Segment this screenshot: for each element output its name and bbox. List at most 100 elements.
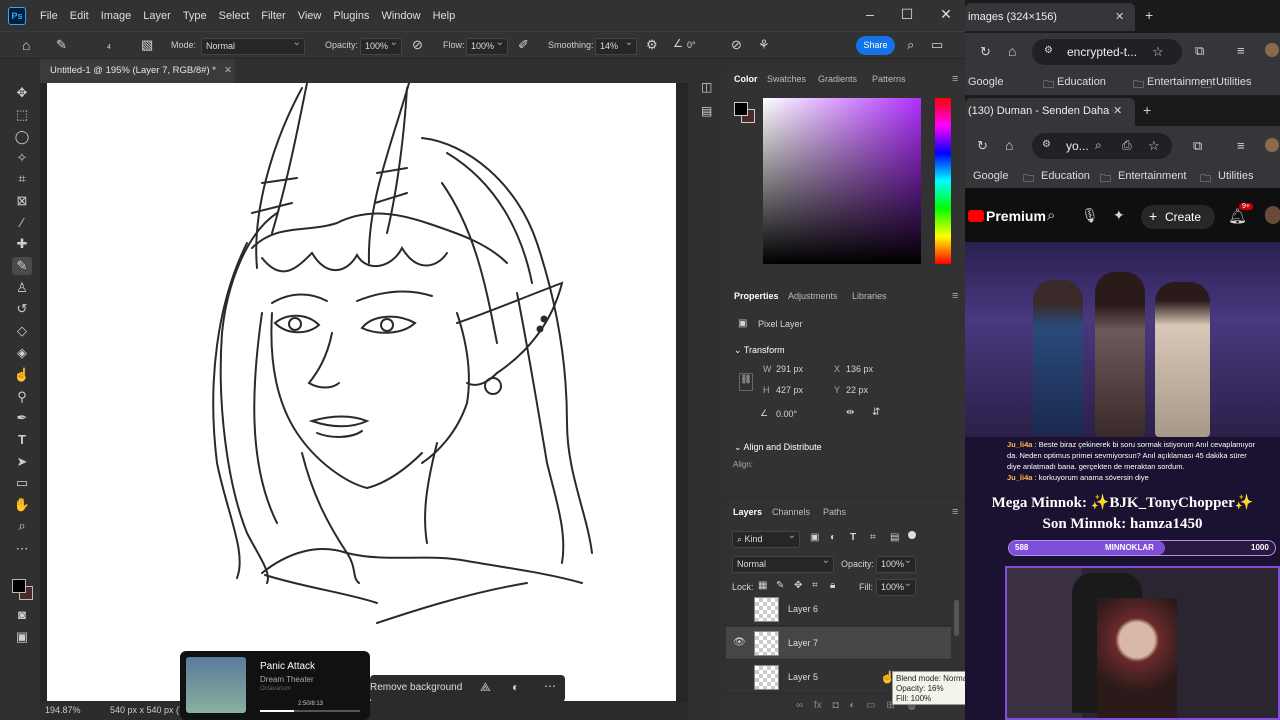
cast-icon[interactable]: ⎙ [1122,138,1132,153]
pressure-size-icon[interactable]: ⊘ [731,37,742,53]
healing-tool-icon[interactable]: ✚ [12,235,32,253]
menu-layer[interactable]: Layer [137,10,177,22]
zoom-level[interactable]: 194.87% [45,705,81,715]
filter-toggle[interactable] [908,531,916,539]
address-bar[interactable]: ⚙ encrypted-t... ☆ [1032,39,1182,65]
menu-plugins[interactable]: Plugins [327,10,375,22]
color-field[interactable] [763,98,921,264]
avatar[interactable] [1265,138,1279,152]
bookmark-entertainment[interactable]: Entertainment [1118,170,1186,182]
browser-tab-active[interactable]: images (324×156) ✕ [965,3,1135,31]
song-progress[interactable] [260,710,360,712]
site-info-icon[interactable]: ⚙ [1044,45,1053,56]
zoom-tool-icon[interactable]: ⌕ [12,517,32,535]
pen-tool-icon[interactable]: ✒ [12,409,32,427]
screen-mode-icon[interactable]: ▣ [12,628,32,646]
panel-menu-icon[interactable]: ≡ [952,290,958,302]
filter-smart-icon[interactable]: ▤ [890,532,899,543]
visibility-toggle[interactable] [734,669,744,679]
tab-adjustments[interactable]: Adjustments [788,291,838,301]
filter-kind-select[interactable]: ⌕ Kind [732,530,800,548]
visibility-toggle[interactable] [734,601,744,611]
adjust-icon[interactable]: ◐ [512,680,519,694]
reload-icon[interactable]: ↻ [977,138,988,154]
flip-vertical-icon[interactable]: ⇵ [872,407,880,418]
browser-tab-active[interactable]: (130) Duman - Senden Daha Gü ✕ [965,98,1135,126]
angle-input[interactable]: 0° [687,40,727,50]
flip-horizontal-icon[interactable]: ⇹ [846,407,854,418]
filter-shape-icon[interactable]: ⌗ [870,532,876,543]
hand-tool-icon[interactable]: ✋ [12,496,32,514]
stamp-tool-icon[interactable]: ♙ [12,279,32,297]
height-input[interactable]: 427 px [776,385,803,395]
tab-libraries[interactable]: Libraries [852,291,887,301]
create-button[interactable]: + Create [1141,205,1215,229]
tab-color[interactable]: Color [734,74,758,84]
pressure-opacity-icon[interactable]: ⊘ [412,37,423,53]
tab-layers[interactable]: Layers [733,507,762,517]
quick-mask-icon[interactable]: ◙ [12,606,32,624]
menu-help[interactable]: Help [427,10,462,22]
width-input[interactable]: 291 px [776,364,803,374]
remove-background-button[interactable]: Remove background [370,682,462,693]
star-icon[interactable]: ☆ [1152,44,1164,60]
move-tool-icon[interactable]: ✥ [12,84,32,102]
marquee-tool-icon[interactable]: ⬚ [12,106,32,124]
home-icon[interactable]: ⌂ [1005,137,1013,153]
close-icon[interactable]: ✕ [936,6,956,22]
eyedropper-tool-icon[interactable]: ⁄ [12,214,32,232]
lock-position-icon[interactable]: ✥ [794,580,802,591]
music-widget[interactable]: Panic Attack Dream Theater Octavarium 2:… [180,651,370,720]
menu-type[interactable]: Type [177,10,213,22]
link-layers-icon[interactable]: ∞ [796,700,803,711]
bookmark-utilities[interactable]: Utilities [1216,76,1251,88]
tab-swatches[interactable]: Swatches [767,74,806,84]
site-info-icon[interactable]: ⚙ [1042,139,1051,150]
menu-window[interactable]: Window [375,10,426,22]
bookmark-education[interactable]: Education [1057,76,1106,88]
gear-icon[interactable]: ⚙ [646,37,658,53]
layer-row-selected[interactable]: 👁︎ Layer 7 [726,627,951,660]
tab-paths[interactable]: Paths [823,507,846,517]
menu-image[interactable]: Image [95,10,138,22]
search-icon[interactable]: ⌕ [1047,207,1055,224]
transform-header[interactable]: ⌄ Transform [734,345,785,356]
minimize-icon[interactable]: – [860,6,880,22]
bookmark-education[interactable]: Education [1041,170,1090,182]
lasso-tool-icon[interactable]: ◯ [12,128,32,146]
menu-edit[interactable]: Edit [64,10,95,22]
lock-all-icon[interactable]: 🔒︎ [830,580,835,591]
avatar[interactable] [1265,43,1279,57]
tab-search-icon[interactable]: ≡ [1237,43,1245,58]
lock-artboard-icon[interactable]: ⌗ [812,580,818,591]
reload-icon[interactable]: ↻ [980,44,991,60]
blend-mode-select[interactable]: Normal [732,555,834,573]
avatar[interactable] [1265,206,1280,224]
foreground-swatch[interactable] [734,102,748,116]
crop-tool-icon[interactable]: ⌗ [12,170,32,188]
dodge-tool-icon[interactable]: ⚲ [12,388,32,406]
share-button[interactable]: Share [856,36,895,55]
mode-select[interactable]: Normal [201,37,305,55]
gaming-icon[interactable]: ✦ [1113,207,1125,224]
group-icon[interactable]: ▭ [866,700,875,711]
tab-properties[interactable]: Properties [734,291,779,301]
menu-file[interactable]: File [34,10,64,22]
eye-icon[interactable]: 👁︎ [733,637,746,648]
symmetry-icon[interactable]: ⚘ [758,37,770,53]
home-icon[interactable]: ⌂ [22,37,30,53]
extensions-icon[interactable]: ⧉ [1195,43,1204,59]
close-tab-icon[interactable]: ✕ [224,65,232,76]
mask-icon[interactable]: ◘ [832,700,838,711]
history-brush-icon[interactable]: ↺ [12,300,32,318]
filter-adjust-icon[interactable]: ◐ [830,532,836,543]
path-select-icon[interactable]: ➤ [12,453,32,471]
brush-settings-icon[interactable]: ▧ [141,37,153,53]
adjustment-icon[interactable]: ◐ [849,700,855,711]
youtube-logo-icon[interactable] [968,210,984,222]
workspace-icon[interactable]: ▭ [931,37,943,53]
lock-pixels-icon[interactable]: ✎ [776,580,784,591]
bookmark-google[interactable]: Google [973,170,1008,182]
new-tab-icon[interactable]: + [1143,102,1151,118]
menu-filter[interactable]: Filter [255,10,291,22]
